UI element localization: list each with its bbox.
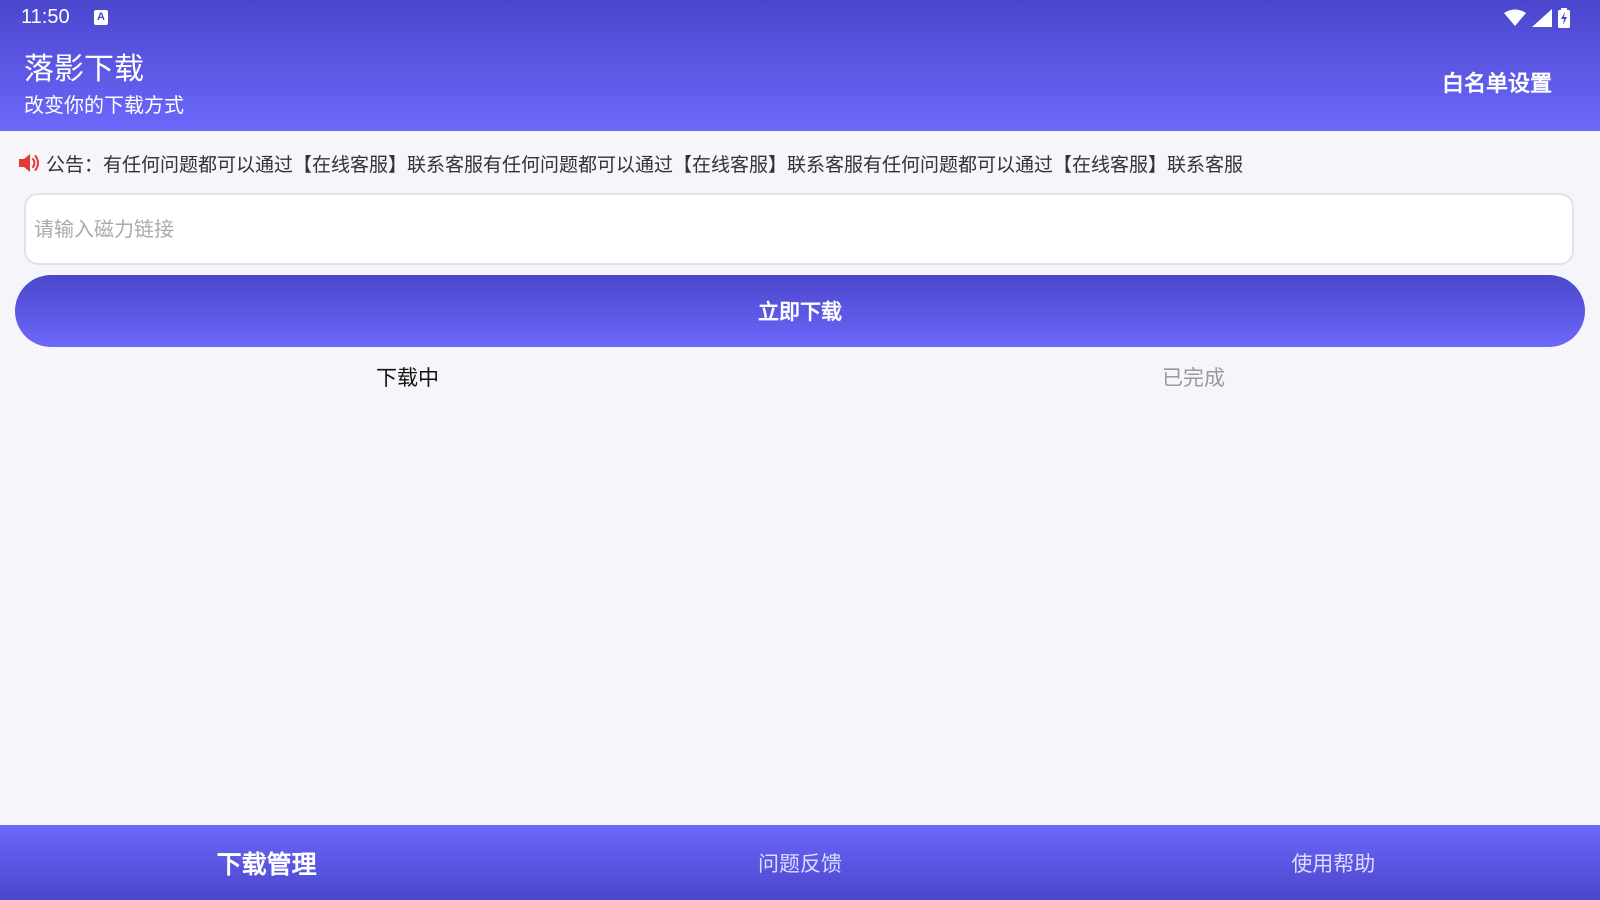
tab-completed[interactable]: 已完成 bbox=[1162, 362, 1225, 394]
status-bar: 11:50 A bbox=[0, 0, 1600, 36]
nav-help[interactable]: 使用帮助 bbox=[1067, 825, 1600, 900]
download-now-button[interactable]: 立即下载 bbox=[15, 275, 1585, 347]
app-subtitle: 改变你的下载方式 bbox=[24, 93, 184, 117]
input-method-icon: A bbox=[94, 10, 108, 25]
whitelist-settings-button[interactable]: 白名单设置 bbox=[1442, 70, 1552, 100]
nav-download-manager[interactable]: 下载管理 bbox=[0, 825, 533, 900]
tab-downloading[interactable]: 下载中 bbox=[376, 362, 439, 394]
announcement-bar: 公告： 有任何问题都可以通过【在线客服】联系客服有任何问题都可以通过【在线客服】… bbox=[16, 148, 1243, 178]
announcement-label: 公告： bbox=[46, 153, 104, 176]
app-header: 11:50 A 落影下载 改变你的下载方式 白名单设置 bbox=[0, 0, 1600, 131]
magnet-link-input[interactable] bbox=[24, 193, 1574, 265]
status-icons bbox=[1504, 8, 1570, 28]
app-title: 落影下载 bbox=[24, 52, 144, 87]
signal-icon bbox=[1532, 9, 1552, 27]
announcement-text: 有任何问题都可以通过【在线客服】联系客服有任何问题都可以通过【在线客服】联系客服… bbox=[103, 153, 1244, 176]
battery-charging-icon bbox=[1558, 8, 1570, 28]
nav-feedback[interactable]: 问题反馈 bbox=[533, 825, 1066, 900]
bottom-navigation: 下载管理 问题反馈 使用帮助 bbox=[0, 825, 1600, 900]
status-time: 11:50 bbox=[21, 6, 70, 28]
speaker-icon bbox=[19, 154, 39, 172]
wifi-icon bbox=[1504, 9, 1526, 26]
